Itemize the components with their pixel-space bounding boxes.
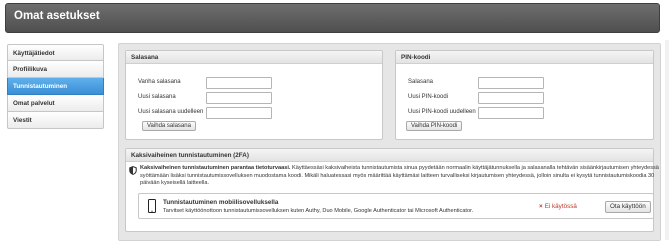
pin-panel-title: PIN-koodi xyxy=(396,51,653,64)
confirm-password-row: Uusi salasana uudelleen xyxy=(138,107,378,119)
two-factor-description: Kaksivaiheinen tunnistautuminen parantaa… xyxy=(140,165,660,188)
two-factor-intro-bold: Kaksivaiheinen tunnistautuminen parantaa… xyxy=(140,165,291,171)
two-factor-panel-title: Kaksivaiheinen tunnistautuminen (2FA) xyxy=(126,149,653,162)
close-icon: × xyxy=(539,203,543,210)
old-password-input[interactable] xyxy=(206,77,272,89)
mobile-app-option: Tunnistautuminen mobiilisovelluksella Ta… xyxy=(138,193,654,219)
change-pin-button[interactable]: Vaihda PIN-koodi xyxy=(406,121,463,131)
sidebar: Käyttäjätiedot Profiilikuva Tunnistautum… xyxy=(7,44,104,129)
pin-password-input[interactable] xyxy=(478,77,544,89)
password-panel: Salasana Vanha salasana Uusi salasana Uu… xyxy=(125,50,383,140)
scrollbar[interactable] xyxy=(665,40,669,240)
mobile-app-description: Tarvitset käyttöönottoon tunnistautumiss… xyxy=(163,208,474,214)
shield-icon xyxy=(129,166,137,175)
password-panel-title: Salasana xyxy=(126,51,382,64)
status-badge: × Ei käytössä xyxy=(539,203,577,210)
pin-password-row: Salasana xyxy=(408,77,648,89)
pin-password-label: Salasana xyxy=(408,79,434,85)
confirm-password-label: Uusi salasana uudelleen xyxy=(138,109,204,115)
new-pin-row: Uusi PIN-koodi xyxy=(408,92,648,104)
old-password-label: Vanha salasana xyxy=(138,79,181,85)
sidebar-item-user-info[interactable]: Käyttäjätiedot xyxy=(7,44,104,61)
sidebar-item-messages[interactable]: Viestit xyxy=(7,112,104,129)
phone-icon xyxy=(148,199,156,213)
new-pin-input[interactable] xyxy=(478,92,544,104)
page-title: Omat asetukset xyxy=(14,10,100,22)
top-bar: Omat asetukset xyxy=(5,3,660,33)
sidebar-item-authentication[interactable]: Tunnistautuminen xyxy=(7,78,104,95)
sidebar-item-my-services[interactable]: Omat palvelut xyxy=(7,95,104,112)
confirm-pin-label: Uusi PIN-koodi uudelleen xyxy=(408,109,476,115)
new-password-label: Uusi salasana xyxy=(138,94,176,100)
mobile-app-title: Tunnistautuminen mobiilisovelluksella xyxy=(163,199,279,206)
old-password-row: Vanha salasana xyxy=(138,77,378,89)
two-factor-panel: Kaksivaiheinen tunnistautuminen (2FA) Ka… xyxy=(125,148,659,232)
change-password-button[interactable]: Vaihda salasana xyxy=(142,121,196,131)
new-password-input[interactable] xyxy=(206,92,272,104)
pin-panel: PIN-koodi Salasana Uusi PIN-koodi Uusi P… xyxy=(395,50,654,140)
new-password-row: Uusi salasana xyxy=(138,92,378,104)
status-text: Ei käytössä xyxy=(544,203,577,210)
main-content: Salasana Vanha salasana Uusi salasana Uu… xyxy=(118,43,661,241)
confirm-pin-input[interactable] xyxy=(478,107,544,119)
confirm-pin-row: Uusi PIN-koodi uudelleen xyxy=(408,107,648,119)
enable-button[interactable]: Ota käyttöön xyxy=(605,201,651,213)
sidebar-item-profile-picture[interactable]: Profiilikuva xyxy=(7,61,104,78)
confirm-password-input[interactable] xyxy=(206,107,272,119)
new-pin-label: Uusi PIN-koodi xyxy=(408,94,449,100)
